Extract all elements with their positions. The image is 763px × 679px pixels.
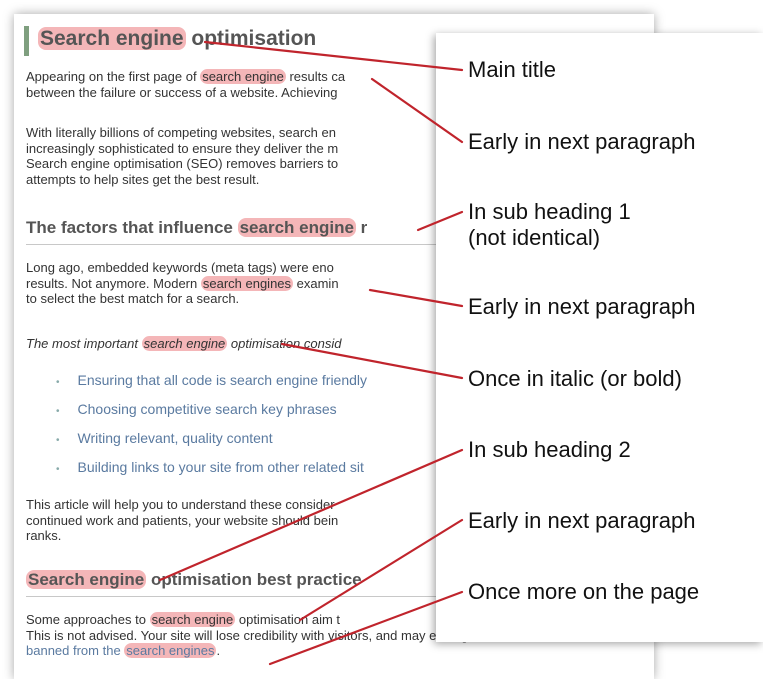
bullet-text: Writing relevant, quality content (77, 430, 273, 446)
paragraph-text: With literally billions of competing web… (26, 125, 336, 140)
paragraph-text: . (216, 643, 221, 658)
paragraph-text: This article will help you to understand… (26, 497, 335, 512)
callout-once-more: Once more on the page (468, 579, 700, 604)
paragraph-6: Some approaches to search engine optimis… (26, 612, 479, 659)
bullet-text: Ensuring that all code is search engine … (77, 372, 368, 388)
keyword-highlight[interactable]: search engines (124, 643, 217, 658)
article-title: Search engine optimisation (38, 27, 316, 51)
paragraph-2: With literally billions of competing web… (26, 125, 338, 187)
callout-early-next-paragraph-1: Early in next paragraph (468, 129, 696, 154)
paragraph-text: results. Not anymore. Modern (26, 275, 201, 291)
callout-italic: Once in italic (or bold) (468, 366, 682, 391)
bullet-text: Choosing competitive search key phrases (77, 401, 337, 417)
paragraph-text: Search engine optimisation (SEO) removes… (26, 156, 339, 171)
bullet-dot-icon: • (56, 406, 60, 417)
keyword-highlight: search engine (200, 69, 286, 84)
keyword-highlight: search engine (237, 218, 356, 237)
keyword-highlight: Search engine (38, 27, 186, 50)
callout-sub-heading-1: In sub heading 1 (not identical) (468, 199, 631, 250)
paragraph-4-italic: The most important search engine optimis… (26, 336, 341, 352)
bullet-dot-icon: • (56, 377, 60, 388)
paragraph-text: attempts to help sites get the best resu… (26, 171, 260, 187)
callout-early-next-paragraph-3: Early in next paragraph (468, 508, 696, 533)
sub-heading-1: The factors that influence search engine… (26, 218, 367, 238)
title-accent-bar (24, 26, 29, 56)
bullet-item: • Building links to your site from other … (56, 459, 364, 475)
paragraph-text: optimisation consid (227, 336, 342, 351)
paragraph-text: to select the best match for a search. (26, 291, 240, 306)
callout-early-next-paragraph-2: Early in next paragraph (468, 294, 696, 319)
bullet-text: Building links to your site from other r… (77, 459, 364, 475)
bullet-item: • Choosing competitive search key phrases (56, 401, 337, 417)
paragraph-text: between the failure or success of a webs… (26, 84, 338, 100)
paragraph-text: optimisation aim t (235, 612, 341, 627)
paragraph-text: examin (293, 275, 339, 291)
heading-text: r (355, 218, 368, 237)
paragraph-text: increasingly sophisticated to ensure the… (26, 140, 339, 156)
paragraph-text: Appearing on the first page of (26, 69, 201, 84)
heading-text: optimisation best practice (146, 570, 362, 589)
keyword-highlight: Search engine (26, 570, 147, 589)
paragraph-text: ranks. (26, 528, 62, 543)
paragraph-text: continued work and patients, your websit… (26, 512, 339, 528)
bullet-dot-icon: • (56, 435, 60, 446)
bullet-item: • Ensuring that all code is search engine… (56, 372, 367, 388)
paragraph-text: The most important (26, 336, 142, 351)
paragraph-5: This article will help you to understand… (26, 497, 338, 544)
paragraph-3: Long ago, embedded keywords (meta tags) … (26, 260, 339, 307)
keyword-highlight: search engine (149, 612, 236, 627)
bullet-dot-icon: • (56, 464, 60, 475)
link-text[interactable]: banned from the (26, 643, 124, 658)
title-text: optimisation (185, 27, 317, 50)
keyword-highlight: search engine (141, 336, 228, 351)
keyword-highlight: search engines (200, 275, 294, 291)
paragraph-1: Appearing on the first page of search en… (26, 69, 345, 100)
heading-text: The factors that influence (26, 218, 238, 237)
sub-heading-2: Search engine optimisation best practice (26, 570, 362, 590)
paragraph-text: Long ago, embedded keywords (meta tags) … (26, 260, 334, 275)
callout-main-title: Main title (468, 57, 557, 82)
paragraph-text: results ca (285, 69, 346, 84)
bullet-item: • Writing relevant, quality content (56, 430, 273, 446)
paragraph-text: This is not advised. Your site will lose… (26, 627, 480, 643)
callout-sub-heading-2: In sub heading 2 (468, 437, 631, 462)
paragraph-text: Some approaches to (26, 612, 150, 627)
annotation-panel (436, 33, 763, 642)
